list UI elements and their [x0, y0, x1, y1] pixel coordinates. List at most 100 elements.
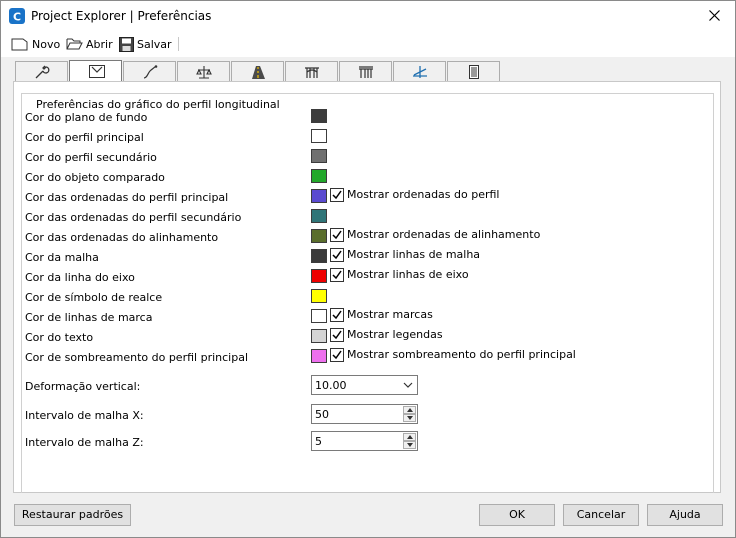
color-row-label: Cor do objeto comparado — [25, 171, 165, 184]
tab-report[interactable] — [447, 61, 500, 81]
help-button[interactable]: Ajuda — [647, 504, 723, 526]
scale-icon — [196, 66, 212, 79]
color-row-label: Cor da linha do eixo — [25, 271, 135, 284]
color-swatch[interactable] — [311, 189, 327, 203]
new-button[interactable]: Novo — [11, 35, 60, 53]
checkmark-icon — [332, 190, 342, 200]
checkbox[interactable] — [330, 248, 344, 262]
checkmark-icon — [332, 310, 342, 320]
color-swatch[interactable] — [311, 329, 327, 343]
grid-x-label: Intervalo de malha X: — [25, 409, 144, 422]
bridge-icon — [305, 67, 319, 78]
checkbox[interactable] — [330, 188, 344, 202]
tab-superelevation[interactable] — [393, 61, 446, 81]
vertical-deformation-select[interactable]: 10.00 — [311, 375, 418, 395]
new-file-icon — [11, 38, 28, 51]
color-row-label: Cor de sombreamento do perfil principal — [25, 351, 248, 364]
tab-bridge-alt[interactable] — [339, 61, 392, 81]
ok-button[interactable]: OK — [479, 504, 555, 526]
preferences-dialog: C Project Explorer | Preferências Novo A… — [0, 0, 736, 538]
report-icon — [469, 65, 479, 79]
group-title: Preferências do gráfico do perfil longit… — [33, 98, 283, 111]
new-label: Novo — [32, 37, 61, 51]
color-row-label: Cor de linhas de marca — [25, 311, 153, 324]
color-row-label: Cor do perfil secundário — [25, 151, 157, 164]
tab-road[interactable] — [231, 61, 284, 81]
app-logo-icon: C — [9, 8, 25, 24]
grid-x-decrement-button[interactable] — [403, 414, 416, 422]
save-button[interactable]: Salvar — [119, 35, 172, 53]
checkbox[interactable] — [330, 268, 344, 282]
color-swatch[interactable] — [311, 349, 327, 363]
arrow-up-icon — [407, 408, 413, 412]
road-icon — [252, 66, 265, 79]
color-swatch[interactable] — [311, 129, 327, 143]
save-label: Salvar — [137, 37, 172, 51]
curve-icon — [143, 65, 158, 79]
wrench-icon — [35, 65, 50, 79]
color-row-label: Cor das ordenadas do alinhamento — [25, 231, 219, 244]
color-row-label: Cor do plano de fundo — [25, 111, 148, 124]
open-button[interactable]: Abrir — [66, 35, 113, 53]
color-row-label: Cor de símbolo de realce — [25, 291, 163, 304]
color-swatch[interactable] — [311, 269, 327, 283]
checkmark-icon — [332, 330, 342, 340]
color-swatch[interactable] — [311, 249, 327, 263]
close-button[interactable] — [695, 1, 735, 31]
grid-z-label: Intervalo de malha Z: — [25, 436, 144, 449]
grid-z-value: 5 — [315, 435, 322, 448]
grid-z-decrement-button[interactable] — [403, 441, 416, 449]
arrow-down-icon — [407, 443, 413, 447]
color-swatch[interactable] — [311, 229, 327, 243]
grid-z-increment-button[interactable] — [403, 433, 416, 441]
checkbox-label: Mostrar ordenadas do perfil — [347, 188, 500, 201]
checkbox-label: Mostrar sombreamento do perfil principal — [347, 348, 576, 361]
vertical-deformation-value: 10.00 — [315, 379, 347, 392]
color-swatch[interactable] — [311, 289, 327, 303]
title-bar: C Project Explorer | Preferências — [1, 1, 735, 31]
color-row-label: Cor das ordenadas do perfil principal — [25, 191, 229, 204]
checkbox[interactable] — [330, 348, 344, 362]
checkbox-label: Mostrar legendas — [347, 328, 443, 341]
checkmark-icon — [332, 230, 342, 240]
grid-x-value: 50 — [315, 408, 329, 421]
tab-scale[interactable] — [177, 61, 230, 81]
checkbox[interactable] — [330, 328, 344, 342]
toolbar: Novo Abrir Salvar — [1, 31, 735, 57]
tab-profile-graph[interactable] — [69, 60, 122, 81]
cancel-button[interactable]: Cancelar — [563, 504, 639, 526]
arrow-down-icon — [407, 416, 413, 420]
checkbox-label: Mostrar marcas — [347, 308, 433, 321]
grid-x-increment-button[interactable] — [403, 406, 416, 414]
toolbar-separator — [178, 37, 179, 51]
color-row-label: Cor da malha — [25, 251, 99, 264]
checkmark-icon — [332, 270, 342, 280]
open-folder-icon — [66, 38, 83, 50]
tab-bridge[interactable] — [285, 61, 338, 81]
superelevation-icon — [413, 66, 427, 78]
tab-panel: Preferências do gráfico do perfil longit… — [13, 81, 721, 493]
checkbox[interactable] — [330, 308, 344, 322]
close-icon — [709, 10, 720, 21]
open-label: Abrir — [86, 37, 113, 51]
color-swatch[interactable] — [311, 309, 327, 323]
checkbox[interactable] — [330, 228, 344, 242]
vertical-deformation-label: Deformação vertical: — [25, 380, 141, 393]
tab-general[interactable] — [15, 61, 68, 81]
color-swatch[interactable] — [311, 169, 327, 183]
save-disk-icon — [119, 36, 134, 52]
grid-z-spinner[interactable]: 5 — [311, 431, 418, 451]
grid-x-spinner[interactable]: 50 — [311, 404, 418, 424]
checkbox-label: Mostrar ordenadas de alinhamento — [347, 228, 541, 241]
color-swatch[interactable] — [311, 209, 327, 223]
color-swatch[interactable] — [311, 109, 327, 123]
window-title: Project Explorer | Preferências — [31, 9, 212, 23]
color-row-label: Cor das ordenadas do perfil secundário — [25, 211, 242, 224]
bridge-alt-icon — [359, 66, 373, 78]
arrow-up-icon — [407, 435, 413, 439]
restore-defaults-button[interactable]: Restaurar padrões — [14, 504, 131, 526]
color-swatch[interactable] — [311, 149, 327, 163]
checkmark-icon — [332, 250, 342, 260]
checkbox-label: Mostrar linhas de eixo — [347, 268, 469, 281]
tab-curves[interactable] — [123, 61, 176, 81]
